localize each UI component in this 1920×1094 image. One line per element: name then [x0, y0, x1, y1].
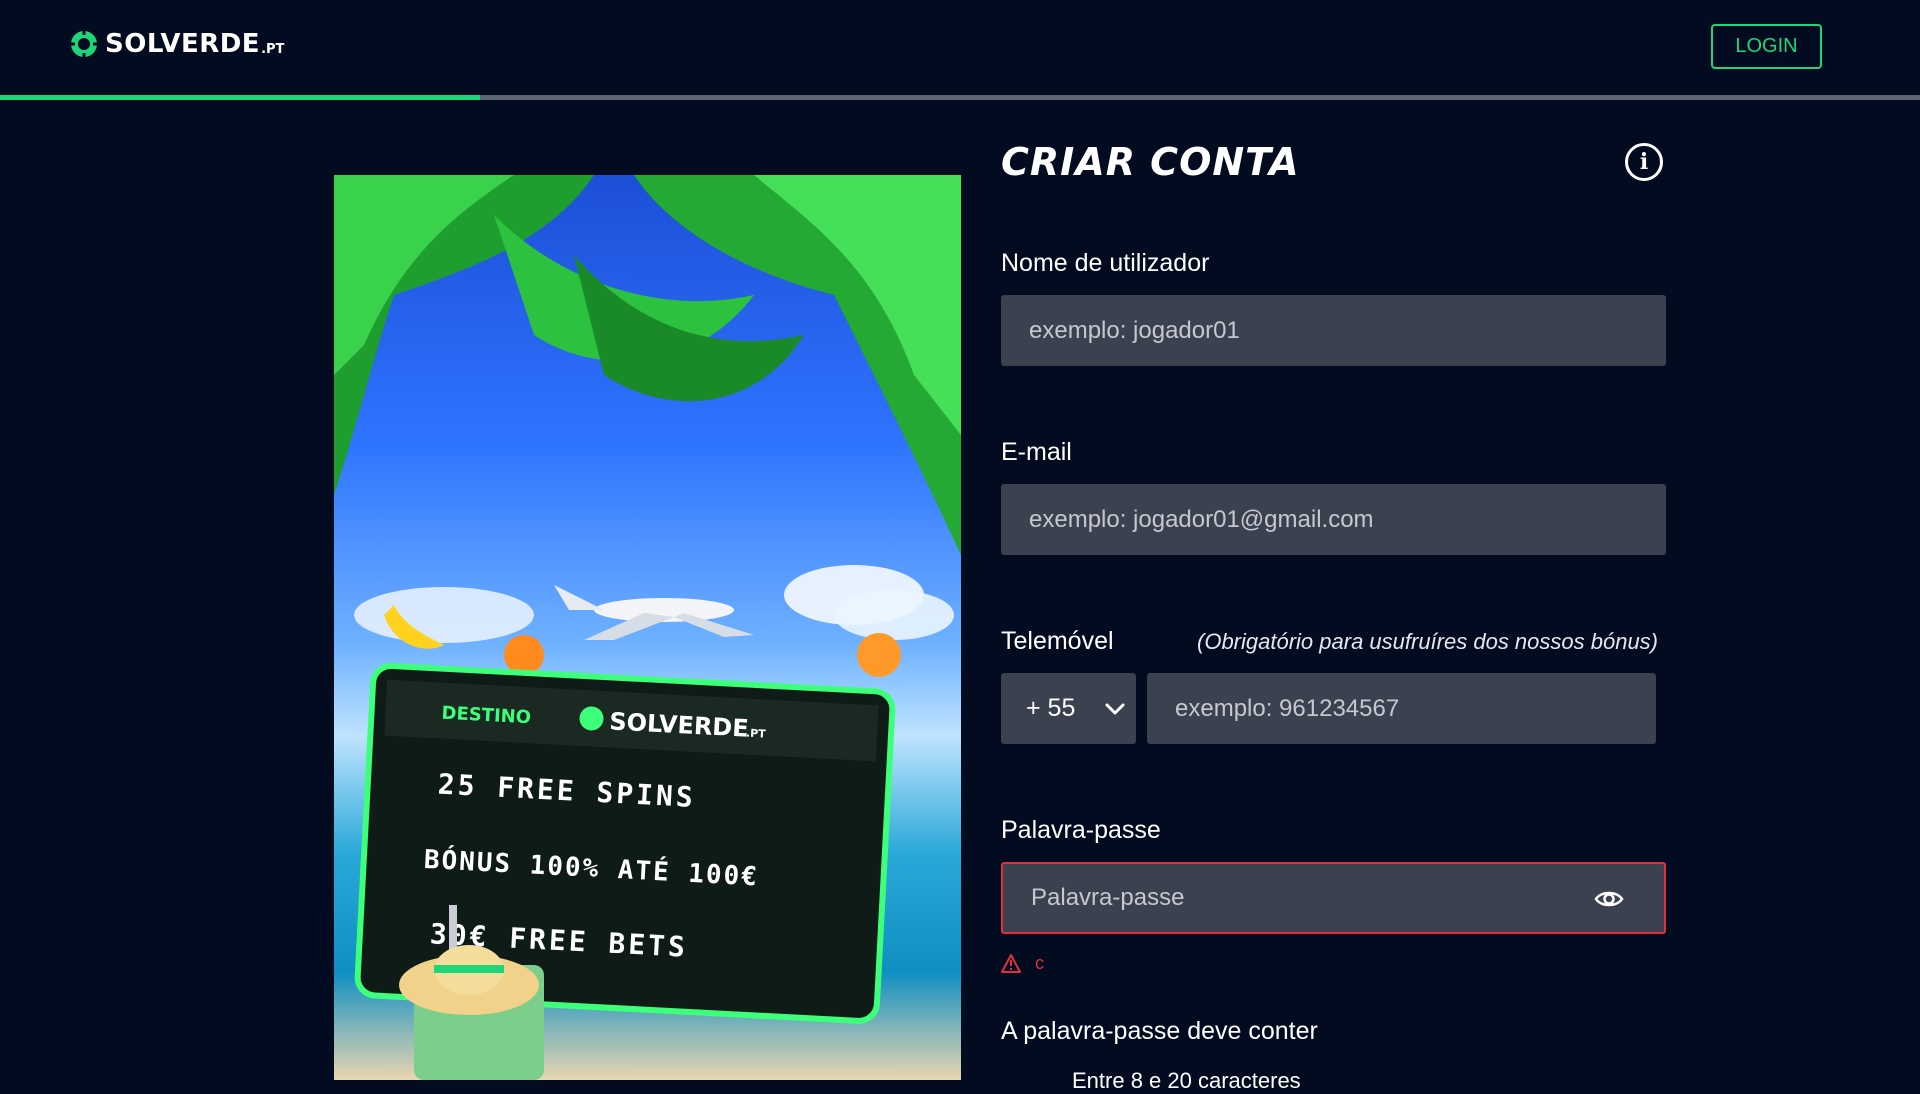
- eye-icon[interactable]: [1593, 883, 1625, 915]
- logo-text: SOLVERDE: [105, 29, 261, 59]
- password-error: c: [1001, 953, 1044, 974]
- chevron-down-icon: [1105, 703, 1125, 715]
- promo-illustration: DESTINO SOLVERDE .PT 25 FREE SPINS BÓNUS…: [334, 175, 961, 1080]
- solverde-logo-icon: [70, 30, 98, 58]
- phone-note: (Obrigatório para usufruíres dos nossos …: [1197, 629, 1659, 654]
- password-requirement-item: Entre 8 e 20 caracteres: [1072, 1068, 1301, 1093]
- create-account-title: CRIAR CONTA: [1001, 140, 1300, 184]
- solverde-logo[interactable]: SOLVERDE .PT: [69, 29, 284, 59]
- logo-suffix: .PT: [261, 41, 285, 57]
- warning-icon: [1001, 954, 1021, 973]
- password-requirements-title: A palavra-passe deve conter: [1001, 1017, 1318, 1045]
- password-error-text: c: [1035, 953, 1044, 973]
- promo-banner-image: DESTINO SOLVERDE .PT 25 FREE SPINS BÓNUS…: [334, 175, 961, 1080]
- email-label: E-mail: [1001, 438, 1072, 466]
- info-icon[interactable]: i: [1625, 143, 1663, 181]
- username-label: Nome de utilizador: [1001, 249, 1210, 277]
- login-button[interactable]: LOGIN: [1711, 24, 1822, 69]
- signup-progress-bar: [0, 95, 1920, 100]
- country-code-select[interactable]: + 55: [1001, 673, 1136, 744]
- country-code-value: + 55: [1026, 694, 1076, 722]
- username-input[interactable]: [1001, 295, 1666, 366]
- phone-input[interactable]: [1147, 673, 1656, 744]
- phone-label: Telemóvel: [1001, 627, 1114, 655]
- password-input[interactable]: [1003, 864, 1583, 932]
- password-field: [1001, 862, 1666, 934]
- password-label: Palavra-passe: [1001, 816, 1161, 844]
- email-input[interactable]: [1001, 484, 1666, 555]
- top-header: SOLVERDE .PT LOGIN: [0, 0, 1920, 95]
- signup-progress-fill: [0, 95, 480, 100]
- board-brand-suffix: .PT: [746, 727, 767, 741]
